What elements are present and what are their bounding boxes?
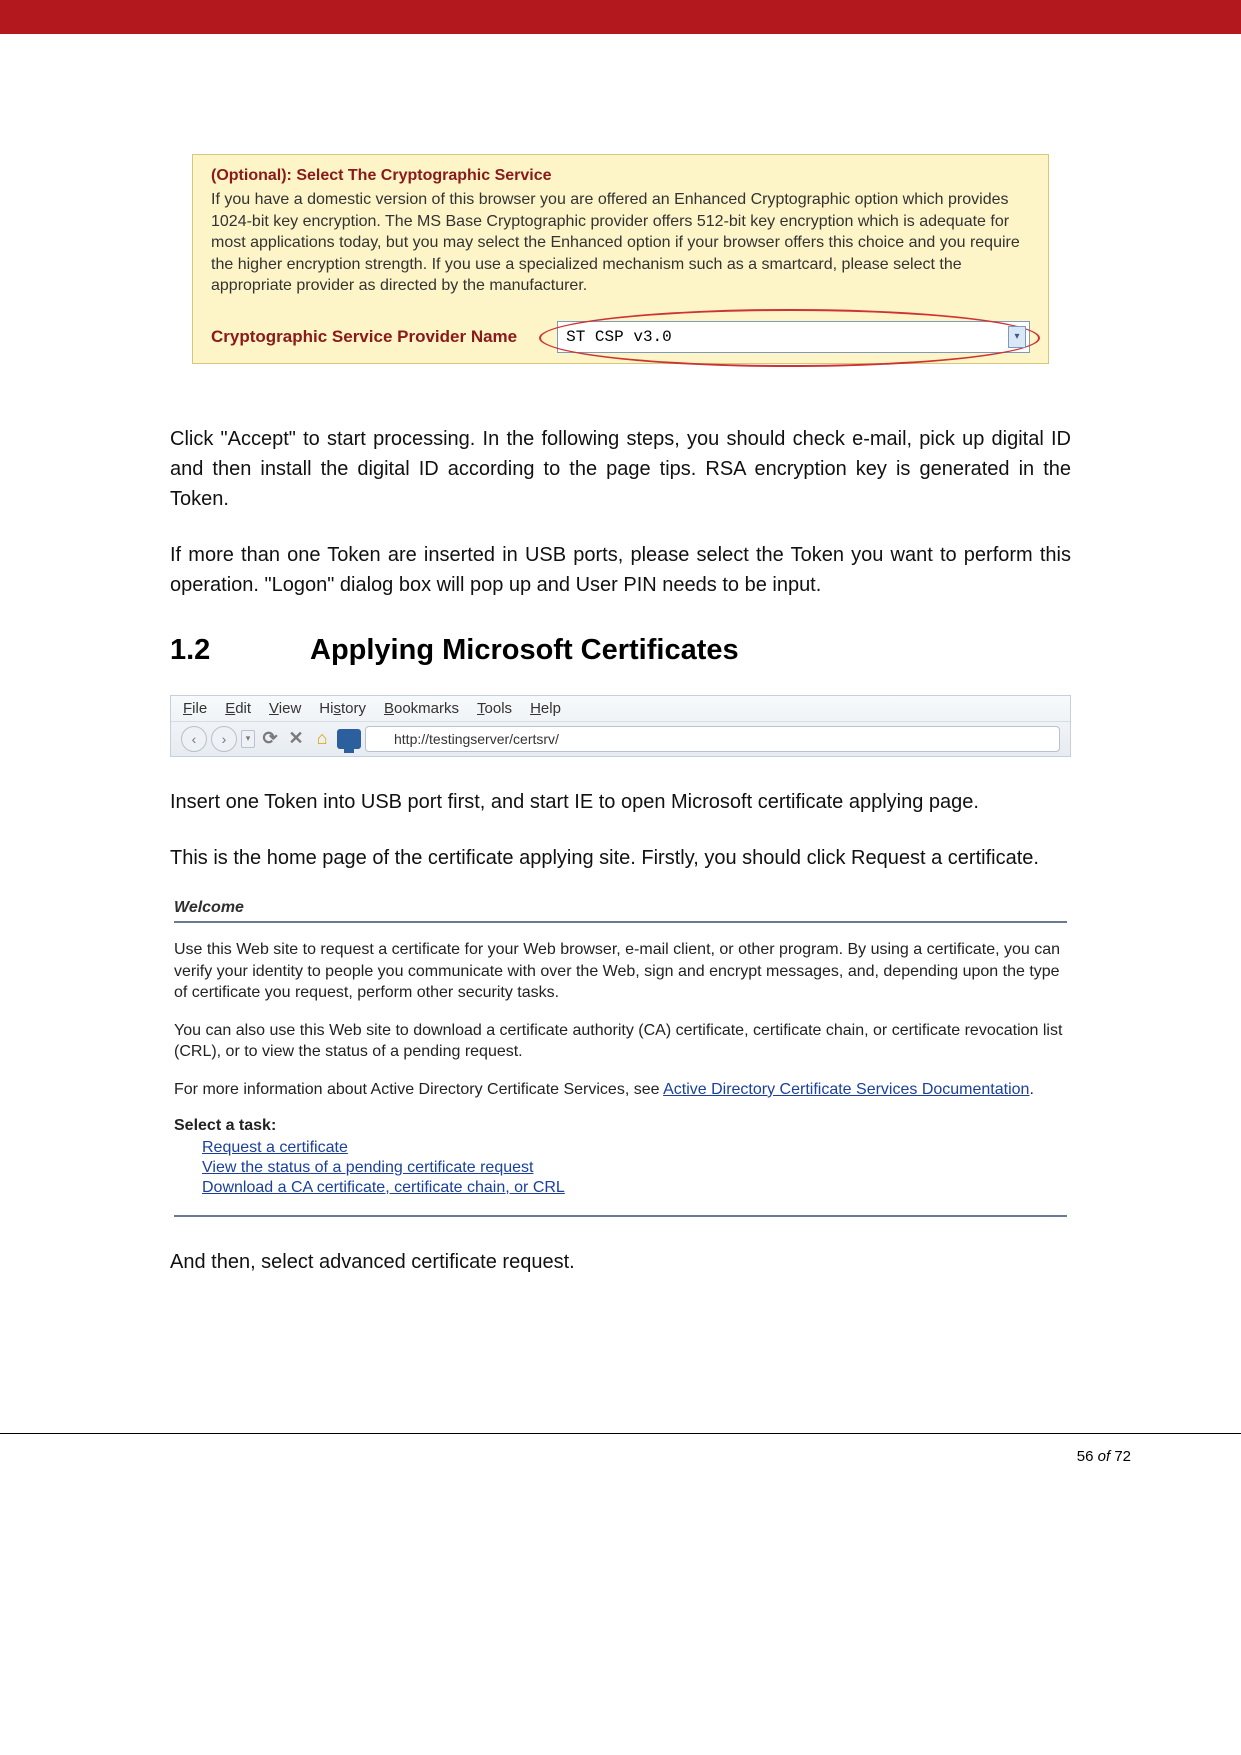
menu-file[interactable]: File — [183, 700, 207, 717]
footer-divider — [0, 1433, 1241, 1434]
browser-menubar: File Edit View History Bookmarks Tools H… — [171, 696, 1070, 722]
section-number: 1.2 — [170, 634, 310, 667]
back-button[interactable]: ‹ — [181, 726, 207, 752]
reload-icon[interactable]: ⟳ — [259, 728, 281, 750]
certsrv-welcome-panel: Welcome Use this Web site to request a c… — [170, 899, 1071, 1217]
home-icon[interactable]: ⌂ — [311, 728, 333, 750]
menu-history[interactable]: History — [319, 700, 366, 717]
body-paragraph: And then, select advanced certificate re… — [170, 1247, 1071, 1277]
page-number: 56 of 72 — [0, 1448, 1241, 1465]
menu-help[interactable]: Help — [530, 700, 561, 717]
monitor-icon[interactable] — [337, 729, 361, 749]
divider — [174, 1215, 1067, 1217]
menu-bookmarks[interactable]: Bookmarks — [384, 700, 459, 717]
browser-toolbar: File Edit View History Bookmarks Tools H… — [170, 695, 1071, 757]
section-title: Applying Microsoft Certificates — [310, 634, 739, 666]
body-paragraph: Insert one Token into USB port first, an… — [170, 787, 1071, 817]
welcome-paragraph: Use this Web site to request a certifica… — [174, 939, 1067, 1004]
crypto-heading: (Optional): Select The Cryptographic Ser… — [211, 167, 1030, 185]
chevron-down-icon[interactable]: ▾ — [1008, 326, 1026, 348]
csp-select[interactable] — [557, 321, 1030, 353]
select-task-label: Select a task: — [174, 1117, 1067, 1135]
url-input[interactable] — [365, 726, 1060, 752]
body-paragraph: This is the home page of the certificate… — [170, 843, 1071, 873]
welcome-title: Welcome — [174, 899, 1067, 917]
adcs-docs-link[interactable]: Active Directory Certificate Services Do… — [663, 1081, 1029, 1098]
history-dropdown-icon[interactable]: ▾ — [241, 730, 255, 748]
task-download-ca-link[interactable]: Download a CA certificate, certificate c… — [202, 1179, 1067, 1197]
body-paragraph: Click "Accept" to start processing. In t… — [170, 424, 1071, 514]
menu-view[interactable]: View — [269, 700, 301, 717]
stop-icon[interactable]: ✕ — [285, 728, 307, 750]
crypto-service-panel: (Optional): Select The Cryptographic Ser… — [192, 154, 1049, 364]
menu-edit[interactable]: Edit — [225, 700, 251, 717]
forward-button[interactable]: › — [211, 726, 237, 752]
section-heading: 1.2Applying Microsoft Certificates — [170, 634, 1071, 667]
csp-label: Cryptographic Service Provider Name — [211, 327, 517, 347]
task-view-status-link[interactable]: View the status of a pending certificate… — [202, 1159, 1067, 1177]
divider — [174, 921, 1067, 923]
task-request-certificate-link[interactable]: Request a certificate — [202, 1139, 1067, 1157]
welcome-paragraph: For more information about Active Direct… — [174, 1079, 1067, 1101]
welcome-paragraph: You can also use this Web site to downlo… — [174, 1020, 1067, 1063]
top-red-bar — [0, 0, 1241, 34]
body-paragraph: If more than one Token are inserted in U… — [170, 540, 1071, 600]
menu-tools[interactable]: Tools — [477, 700, 512, 717]
crypto-body: If you have a domestic version of this b… — [211, 189, 1030, 297]
